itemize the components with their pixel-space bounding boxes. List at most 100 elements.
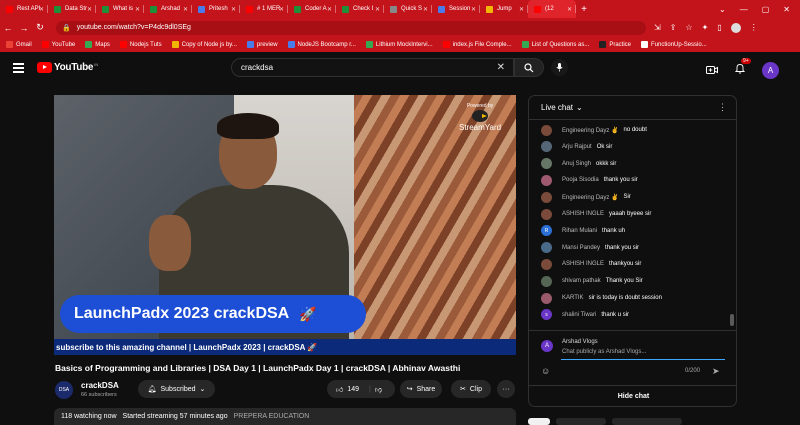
browser-tab[interactable]: Check I ✕ bbox=[336, 0, 384, 18]
bookmark-item[interactable]: Maps bbox=[85, 41, 110, 48]
filter-chip[interactable] bbox=[612, 418, 682, 425]
chat-author-name[interactable]: Rihan Mulani bbox=[562, 228, 597, 234]
chat-author-avatar[interactable] bbox=[541, 258, 552, 270]
voice-search-button[interactable] bbox=[551, 59, 568, 76]
filter-chip-all[interactable] bbox=[528, 418, 550, 425]
chat-author-avatar[interactable] bbox=[541, 292, 552, 304]
chat-message[interactable]: ASHISH INGLE thankyou sir bbox=[541, 258, 641, 270]
notifications-button[interactable]: 9+ bbox=[734, 58, 751, 79]
browser-tab[interactable]: Data Str ✕ bbox=[48, 0, 96, 18]
like-icon[interactable]: 👍︎ bbox=[336, 385, 343, 394]
tab-close-icon[interactable]: ✕ bbox=[423, 6, 428, 13]
chat-author-avatar[interactable] bbox=[541, 191, 552, 203]
share-button[interactable]: ↪ Share bbox=[400, 380, 442, 398]
back-icon[interactable]: ← bbox=[0, 23, 16, 33]
search-button[interactable] bbox=[514, 58, 544, 77]
bookmark-item[interactable]: List of Questions as... bbox=[521, 41, 589, 48]
bookmark-item[interactable]: preview bbox=[246, 41, 278, 48]
tab-close-icon[interactable]: ✕ bbox=[375, 6, 380, 13]
chat-message[interactable]: KARTIK sir is today is doubt session bbox=[541, 292, 662, 304]
bookmark-item[interactable]: index.js File Comple... bbox=[442, 41, 512, 48]
like-count[interactable]: 149 bbox=[347, 386, 359, 393]
chat-author-avatar[interactable] bbox=[541, 208, 552, 220]
share-icon[interactable]: ⇪ bbox=[670, 23, 677, 32]
browser-tab[interactable]: Session ✕ bbox=[432, 0, 480, 18]
channel-avatar[interactable]: DSA bbox=[55, 381, 73, 399]
tab-close-icon[interactable]: ✕ bbox=[183, 6, 188, 13]
chat-author-name[interactable]: Pooja Sisodia bbox=[562, 177, 599, 183]
account-avatar[interactable]: A bbox=[762, 61, 779, 79]
tab-close-icon[interactable]: ✕ bbox=[567, 6, 572, 13]
clip-button[interactable]: ✂ Clip bbox=[451, 380, 491, 398]
chat-message[interactable]: Arju Rajput Ok sir bbox=[541, 141, 612, 153]
hide-chat-button[interactable]: Hide chat bbox=[529, 385, 736, 406]
chat-scrollbar-thumb[interactable] bbox=[730, 314, 734, 326]
tab-close-icon[interactable]: ✕ bbox=[327, 6, 332, 13]
chat-message[interactable]: R Rihan Mulani thank uh bbox=[541, 225, 625, 237]
bookmark-item[interactable]: Practice bbox=[599, 41, 631, 48]
bookmark-star-icon[interactable]: ☆ bbox=[685, 23, 692, 32]
browser-tab[interactable]: What is ✕ bbox=[96, 0, 144, 18]
chat-menu-icon[interactable]: ⋮ bbox=[718, 102, 727, 113]
chat-message[interactable]: Anuj Singh okkk sir bbox=[541, 158, 616, 170]
browser-tab[interactable]: Quick S ✕ bbox=[384, 0, 432, 18]
chat-author-name[interactable]: Arju Rajput bbox=[562, 144, 592, 150]
new-tab-button[interactable]: + bbox=[576, 4, 592, 15]
description-box[interactable]: 118 watching now Started streaming 57 mi… bbox=[54, 408, 516, 425]
bookmark-item[interactable]: Gmail bbox=[6, 41, 32, 48]
dislike-icon[interactable]: 👎︎ bbox=[375, 385, 382, 394]
chat-message[interactable]: Mansi Pandey thank you sir bbox=[541, 242, 639, 254]
tab-close-icon[interactable]: ✕ bbox=[231, 6, 236, 13]
chat-author-avatar[interactable] bbox=[541, 275, 552, 287]
chat-scrollbar[interactable] bbox=[730, 126, 734, 326]
create-video-icon[interactable] bbox=[706, 65, 718, 75]
chat-author-name[interactable]: KARTIK bbox=[562, 295, 584, 301]
tab-search-icon[interactable]: ⌄ bbox=[719, 5, 726, 14]
emoji-icon[interactable]: ☺ bbox=[541, 366, 550, 376]
reload-icon[interactable]: ↻ bbox=[32, 22, 48, 33]
menu-icon[interactable] bbox=[13, 63, 24, 73]
chevron-down-icon[interactable]: ⌄ bbox=[576, 103, 583, 112]
chat-author-name[interactable]: Mansi Pandey bbox=[562, 245, 600, 251]
browser-tab[interactable]: Pritesh ✕ bbox=[192, 0, 240, 18]
extensions-icon[interactable]: ✦ bbox=[702, 23, 709, 32]
video-player[interactable]: Powered by StreamYard LaunchPadx 2023 cr… bbox=[54, 95, 516, 355]
forward-icon[interactable]: → bbox=[16, 23, 32, 33]
tab-close-icon[interactable]: ✕ bbox=[135, 6, 140, 13]
search-input[interactable]: crackdsa ✕ bbox=[231, 58, 514, 77]
chat-author-avatar[interactable]: R bbox=[541, 225, 552, 237]
bookmark-item[interactable]: Copy of Node js by... bbox=[171, 41, 237, 48]
clear-search-icon[interactable]: ✕ bbox=[497, 62, 505, 73]
bookmark-item[interactable]: Lithium MockIntervi... bbox=[365, 41, 433, 48]
browser-tab[interactable]: Coder A ✕ bbox=[288, 0, 336, 18]
chat-author-avatar[interactable] bbox=[541, 174, 552, 186]
chat-author-avatar[interactable] bbox=[541, 242, 552, 254]
chat-message[interactable]: s shalini Tiwari thank u sir bbox=[541, 309, 629, 321]
chat-message[interactable]: Engineering Dayz ✌ no doubt bbox=[541, 124, 647, 136]
bookmark-item[interactable]: Nodejs Tuts bbox=[119, 41, 162, 48]
chat-author-avatar[interactable]: s bbox=[541, 309, 552, 321]
browser-tab[interactable]: Arshad ✕ bbox=[144, 0, 192, 18]
organization-tag[interactable]: PREPERA EDUCATION bbox=[234, 413, 310, 420]
chat-author-name[interactable]: Anuj Singh bbox=[562, 161, 591, 167]
chat-message[interactable]: ASHISH INGLE yaaah byeee sir bbox=[541, 208, 651, 220]
chat-input[interactable]: Chat publicly as Arshad Vlogs... bbox=[561, 349, 725, 360]
chat-author-name[interactable]: ASHISH INGLE bbox=[562, 211, 604, 217]
chat-author-name[interactable]: Engineering Dayz ✌ bbox=[562, 127, 619, 134]
install-icon[interactable]: ⇲ bbox=[654, 23, 661, 32]
chat-author-avatar[interactable] bbox=[541, 158, 552, 170]
profile-avatar[interactable] bbox=[730, 22, 741, 33]
bookmark-item[interactable]: YouTube bbox=[41, 41, 75, 48]
chat-author-avatar[interactable] bbox=[541, 124, 552, 136]
chat-message[interactable]: Pooja Sisodia thank you sir bbox=[541, 174, 638, 186]
browser-tab[interactable]: Jump ✕ bbox=[480, 0, 528, 18]
live-chat-title[interactable]: Live chat bbox=[541, 103, 573, 112]
sidebar-icon[interactable]: ▯ bbox=[717, 23, 721, 32]
maximize-icon[interactable]: ▢ bbox=[762, 5, 770, 14]
filter-chip[interactable] bbox=[556, 418, 606, 425]
send-icon[interactable]: ➤ bbox=[712, 366, 720, 377]
tab-close-icon[interactable]: ✕ bbox=[519, 6, 524, 13]
chat-message[interactable]: shivam pathak Thank you Sir bbox=[541, 275, 643, 287]
chat-author-name[interactable]: shalini Tiwari bbox=[562, 312, 596, 318]
tab-close-icon[interactable]: ✕ bbox=[39, 6, 44, 13]
